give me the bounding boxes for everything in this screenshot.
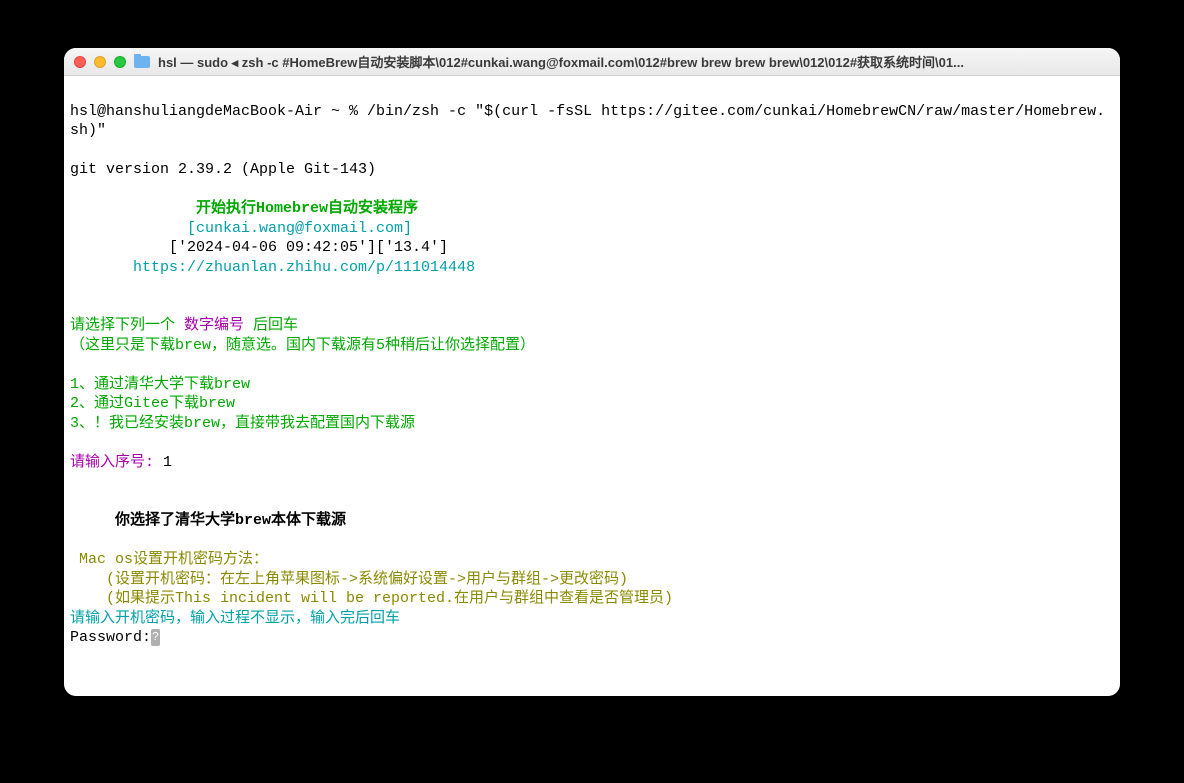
header-url: https://zhuanlan.zhihu.com/p/111014448 [70,259,475,276]
input-line: 请输入序号: 1 [70,454,172,471]
maximize-button[interactable] [114,56,126,68]
git-version: git version 2.39.2 (Apple Git-143) [70,161,376,178]
close-button[interactable] [74,56,86,68]
option-2: 2、通过Gitee下载brew [70,395,235,412]
cursor-icon [151,629,160,646]
terminal-window: hsl — sudo ◂ zsh -c #HomeBrew自动安装脚本\012#… [64,48,1120,696]
mac-password-hint-2: (设置开机密码：在左上角苹果图标->系统偏好设置->用户与群组->更改密码) [70,571,628,588]
mac-password-hint-1: Mac os设置开机密码方法： [70,551,268,568]
header-timestamp: ['2024-04-06 09:42:05']['13.4'] [70,239,448,256]
option-3: 3、！我已经安装brew，直接带我去配置国内下载源 [70,415,415,432]
select-note: （这里只是下载brew，随意选。国内下载源有5种稍后让你选择配置） [70,337,535,354]
option-1: 1、通过清华大学下载brew [70,376,250,393]
window-title: hsl — sudo ◂ zsh -c #HomeBrew自动安装脚本\012#… [158,52,1110,71]
cmd-line-1: hsl@hanshuliangdeMacBook-Air ~ % /bin/zs… [70,103,1105,120]
header-email: [cunkai.wang@foxmail.com] [70,220,412,237]
terminal-content[interactable]: hsl@hanshuliangdeMacBook-Air ~ % /bin/zs… [64,76,1120,696]
select-prompt: 请选择下列一个 数字编号 后回车 [70,317,298,334]
mac-password-hint-3: (如果提示This incident will be reported.在用户与… [70,590,673,607]
cmd-line-2: sh)" [70,122,106,139]
minimize-button[interactable] [94,56,106,68]
password-hint: 请输入开机密码，输入过程不显示，输入完后回车 [70,610,400,627]
titlebar: hsl — sudo ◂ zsh -c #HomeBrew自动安装脚本\012#… [64,48,1120,76]
header-start: 开始执行Homebrew自动安装程序 [70,200,418,217]
folder-icon [134,56,150,68]
traffic-lights [74,56,126,68]
password-line[interactable]: Password: [70,629,160,646]
choice-text: 你选择了清华大学brew本体下载源 [70,512,346,529]
